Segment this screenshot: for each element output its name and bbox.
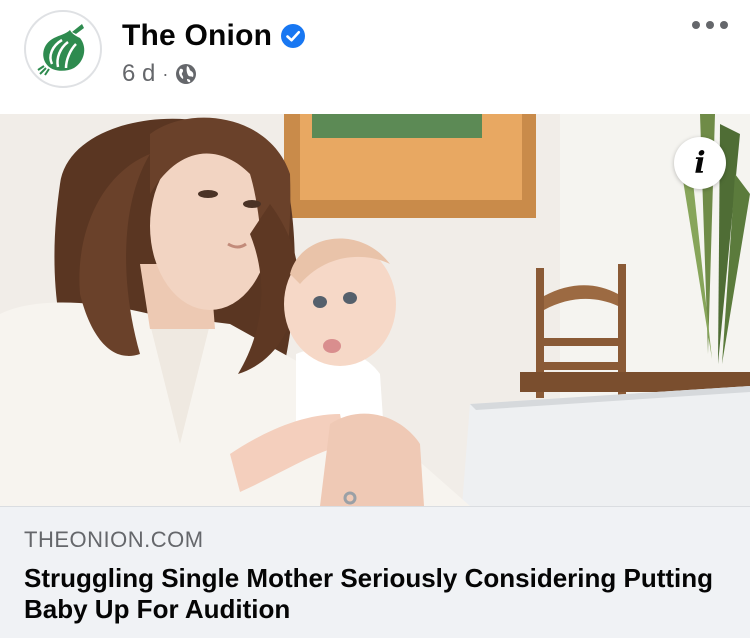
- link-preview-footer[interactable]: THEONION.COM Struggling Single Mother Se…: [0, 506, 750, 638]
- link-domain: THEONION.COM: [24, 527, 204, 552]
- page-avatar[interactable]: [24, 10, 102, 88]
- link-title[interactable]: Struggling Single Mother Seriously Consi…: [24, 563, 726, 625]
- page-name[interactable]: The Onion: [122, 19, 272, 53]
- more-dot: [692, 21, 700, 29]
- page-name-row: The Onion: [122, 19, 306, 53]
- onion-logo-icon: [37, 24, 85, 76]
- info-icon: i: [694, 145, 706, 181]
- photo-illustration: [0, 114, 750, 506]
- globe-icon: [176, 64, 197, 84]
- more-dot: [720, 21, 728, 29]
- link-preview-image[interactable]: i: [0, 114, 750, 506]
- verified-badge-icon: [281, 24, 306, 48]
- meta-separator: ·: [162, 63, 169, 84]
- more-options-button[interactable]: [692, 14, 728, 36]
- post-header: The Onion 6 d ·: [0, 0, 750, 114]
- more-dot: [706, 21, 714, 29]
- post-meta: 6 d ·: [122, 60, 197, 88]
- info-button[interactable]: i: [674, 137, 726, 189]
- post-timestamp[interactable]: 6 d: [122, 60, 155, 88]
